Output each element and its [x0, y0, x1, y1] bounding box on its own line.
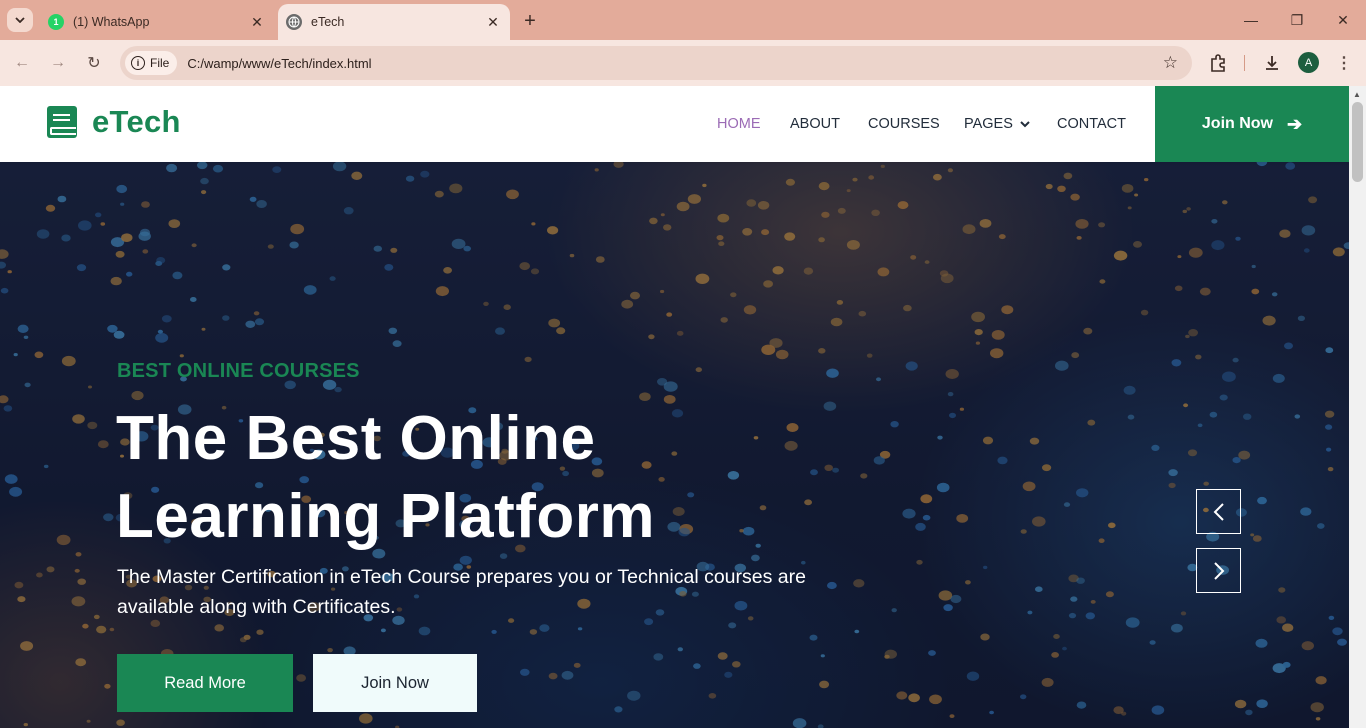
- scrollbar-thumb[interactable]: [1352, 102, 1363, 182]
- tab-etech[interactable]: eTech ✕: [278, 4, 510, 40]
- join-now-nav-button[interactable]: Join Now ➔: [1155, 86, 1349, 162]
- read-more-button[interactable]: Read More: [117, 654, 293, 712]
- whatsapp-icon: 1: [48, 14, 64, 30]
- tab-title: (1) WhatsApp: [73, 15, 150, 29]
- globe-icon: [286, 14, 302, 30]
- info-icon: i: [131, 56, 145, 70]
- address-bar[interactable]: i File C:/wamp/www/eTech/index.html ☆: [120, 46, 1192, 80]
- join-now-hero-button[interactable]: Join Now: [313, 654, 477, 712]
- hero-carousel: BEST ONLINE COURSES The Best Online Lear…: [0, 162, 1349, 728]
- scroll-up-icon[interactable]: ▲: [1353, 90, 1361, 99]
- reload-icon[interactable]: ↻: [82, 51, 106, 75]
- tab-whatsapp[interactable]: 1 (1) WhatsApp ✕: [38, 4, 274, 40]
- chevron-down-icon: [1020, 120, 1030, 127]
- nav-home-label: HOME: [717, 116, 761, 132]
- brand-logo[interactable]: eTech: [47, 104, 181, 140]
- chevron-left-icon: [1213, 502, 1224, 521]
- restore-button[interactable]: ❐: [1274, 0, 1320, 40]
- profile-avatar[interactable]: A: [1298, 52, 1319, 73]
- minimize-button[interactable]: ―: [1228, 0, 1274, 40]
- site-navbar: eTech HOME ABOUT COURSES PAGES CONTACT J…: [0, 86, 1349, 162]
- new-tab-button[interactable]: +: [518, 9, 542, 33]
- chevron-down-icon: [15, 17, 25, 23]
- nav-courses[interactable]: COURSES: [868, 86, 940, 162]
- chevron-right-icon: [1213, 561, 1224, 580]
- site-info-label: File: [150, 56, 170, 70]
- hero-description: The Master Certification in eTech Course…: [117, 566, 806, 618]
- nav-home[interactable]: HOME: [717, 86, 761, 162]
- nav-contact[interactable]: CONTACT: [1057, 86, 1126, 162]
- hero-eyebrow: BEST ONLINE COURSES: [117, 360, 360, 382]
- join-now-label: Join Now: [1201, 115, 1273, 132]
- nav-courses-label: COURSES: [868, 116, 940, 132]
- tab-title: eTech: [311, 15, 345, 29]
- hero-heading: The Best Online Learning Platform: [116, 400, 836, 556]
- browser-tab-strip: 1 (1) WhatsApp ✕ eTech ✕ + ― ❐ ✕: [0, 0, 1366, 40]
- carousel-next-button[interactable]: [1196, 548, 1241, 593]
- hero-heading-line2: Learning Platform: [116, 482, 656, 551]
- bookmark-star-icon[interactable]: ☆: [1163, 53, 1178, 73]
- url-text[interactable]: C:/wamp/www/eTech/index.html: [187, 56, 371, 71]
- nav-pages-dropdown[interactable]: PAGES: [964, 86, 1030, 162]
- site-info-chip[interactable]: i File: [125, 51, 178, 75]
- download-icon[interactable]: [1260, 51, 1284, 75]
- carousel-prev-button[interactable]: [1196, 489, 1241, 534]
- tab-badge: 1: [53, 17, 59, 27]
- page-viewport: eTech HOME ABOUT COURSES PAGES CONTACT J…: [0, 86, 1349, 728]
- close-window-button[interactable]: ✕: [1320, 0, 1366, 40]
- hero-heading-line1: The Best Online: [116, 404, 596, 473]
- forward-arrow-icon[interactable]: →: [46, 51, 70, 75]
- nav-about[interactable]: ABOUT: [790, 86, 840, 162]
- nav-about-label: ABOUT: [790, 116, 840, 132]
- close-tab-icon[interactable]: ✕: [482, 11, 504, 33]
- extensions-icon[interactable]: [1206, 51, 1230, 75]
- brand-name: eTech: [92, 104, 181, 139]
- kebab-menu-icon[interactable]: ⋮: [1332, 51, 1356, 75]
- nav-contact-label: CONTACT: [1057, 116, 1127, 132]
- nav-pages-label: PAGES: [964, 116, 1013, 132]
- back-arrow-icon[interactable]: ←: [10, 51, 34, 75]
- book-icon: [47, 106, 77, 138]
- tab-search-button[interactable]: [7, 8, 33, 32]
- toolbar-divider: [1244, 55, 1245, 71]
- browser-toolbar: ← → ↻ i File C:/wamp/www/eTech/index.htm…: [0, 40, 1366, 86]
- close-tab-icon[interactable]: ✕: [246, 11, 268, 33]
- arrow-right-icon: ➔: [1287, 113, 1303, 134]
- page-scrollbar[interactable]: ▲: [1349, 86, 1366, 728]
